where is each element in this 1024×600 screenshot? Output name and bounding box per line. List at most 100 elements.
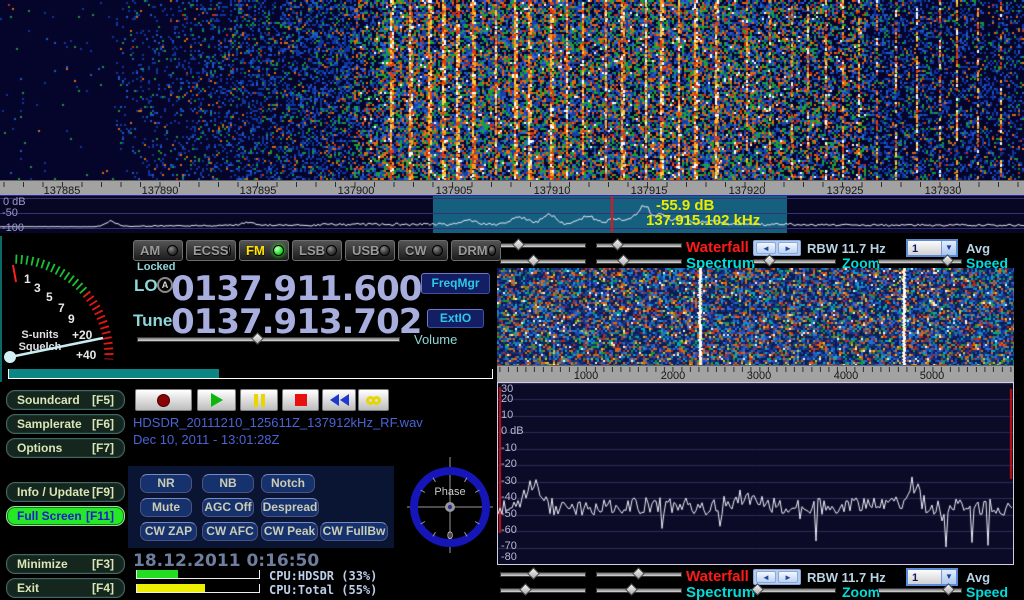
loop-button[interactable] (358, 389, 389, 411)
despread-button[interactable]: Despread (261, 498, 319, 517)
db-label: 20 (501, 394, 513, 405)
mode-cw-button[interactable]: CW (398, 240, 448, 261)
soundcard-button[interactable]: Soundcard[F5] (6, 390, 125, 410)
slider-thumb[interactable] (251, 332, 264, 345)
lo-frequency-display[interactable]: 0137.911.600 (171, 272, 421, 306)
phase-indicator[interactable]: Phase 0 (405, 455, 495, 555)
slider-thumb[interactable] (528, 567, 541, 580)
audio-spectrum-panel[interactable]: 30 20 10 0 dB -10 -20 -30 -40 -50 -60 -7… (497, 382, 1014, 565)
waterfall-label: Waterfall (686, 239, 749, 256)
spectrum-upper-level-slider[interactable] (500, 256, 586, 267)
main-waterfall-display[interactable] (0, 0, 1024, 180)
mode-fm-button[interactable]: FM (239, 240, 289, 261)
slider-thumb[interactable] (512, 238, 525, 251)
slider-thumb[interactable] (941, 254, 954, 267)
zoom-slider[interactable] (753, 256, 836, 267)
notch-button[interactable]: Notch (261, 474, 315, 493)
mode-lsb-button[interactable]: LSB (292, 240, 342, 261)
cw-zap-button[interactable]: CW ZAP (140, 522, 197, 541)
step-left-icon[interactable]: ◄ (756, 571, 776, 583)
audio-spectrum-trace[interactable] (498, 383, 1013, 564)
squelch-level-bar[interactable] (8, 369, 493, 379)
strip-trace[interactable] (0, 196, 1024, 233)
speed-slider[interactable] (878, 256, 962, 267)
info-update-button[interactable]: Info / Update[F9] (6, 482, 125, 502)
step-right-icon[interactable]: ► (778, 242, 798, 254)
exit-button[interactable]: Exit[F4] (6, 578, 125, 598)
samplerate-button[interactable]: Samplerate[F6] (6, 414, 125, 434)
waterfall-upper-level-slider-bottom[interactable] (500, 569, 586, 580)
mode-usb-button[interactable]: USB (345, 240, 395, 261)
mode-drm-button[interactable]: DRM (451, 240, 501, 261)
slider-thumb[interactable] (632, 567, 645, 580)
agc-button[interactable]: AGC Off (202, 498, 254, 517)
avg-select[interactable]: 1 ▼ (906, 239, 958, 257)
spectrum-label-bottom: Spectrum (686, 584, 755, 600)
slider-thumb[interactable] (519, 583, 532, 596)
slider-thumb[interactable] (528, 254, 541, 267)
audio-frequency-ruler[interactable]: 1000 2000 3000 4000 5000 (497, 365, 1014, 382)
db-label: -10 (501, 443, 517, 454)
freqmgr-button[interactable]: FreqMgr (421, 273, 490, 294)
slider-thumb[interactable] (617, 254, 630, 267)
freq-tick-label: 4000 (816, 370, 876, 382)
speed-slider-bottom[interactable] (878, 585, 962, 596)
waterfall-lower-level-slider-bottom[interactable] (596, 569, 682, 580)
zoom-waterfall-display[interactable] (497, 268, 1014, 365)
rewind-button[interactable] (322, 389, 356, 411)
main-frequency-ruler[interactable]: 137885 137890 137895 137900 137905 13791… (0, 180, 1024, 196)
play-button[interactable] (197, 389, 236, 411)
fullscreen-button[interactable]: Full Screen[F11] (6, 506, 125, 526)
db-label: -80 (501, 552, 517, 563)
tune-marker[interactable] (611, 196, 613, 233)
dropdown-arrow-icon[interactable]: ▼ (941, 570, 956, 584)
extio-button[interactable]: ExtIO (427, 309, 484, 328)
nr-button[interactable]: NR (140, 474, 192, 493)
volume-label: Volume (414, 332, 457, 347)
zoom-slider-bottom[interactable] (753, 585, 836, 596)
record-button[interactable] (135, 389, 192, 411)
freq-tick-label: 2000 (643, 370, 703, 382)
led-icon (228, 245, 231, 256)
svg-text:5: 5 (46, 290, 53, 304)
step-right-icon[interactable]: ► (778, 571, 798, 583)
volume-slider[interactable] (137, 334, 400, 345)
stop-button[interactable] (282, 389, 319, 411)
hdsdr-window: 137885 137890 137895 137900 137905 13791… (0, 0, 1024, 600)
spectrum-lower-level-slider-bottom[interactable] (596, 585, 682, 596)
mute-button[interactable]: Mute (140, 498, 192, 517)
record-icon (157, 394, 170, 407)
slider-thumb[interactable] (611, 238, 624, 251)
slider-thumb[interactable] (943, 583, 956, 596)
svg-text:0: 0 (447, 530, 453, 542)
freq-tick-label: 1000 (556, 370, 616, 382)
slider-thumb[interactable] (752, 583, 765, 596)
cpu-total-fill (137, 584, 205, 592)
led-icon (167, 245, 178, 256)
cw-afc-button[interactable]: CW AFC (202, 522, 258, 541)
rbw-label: RBW 11.7 Hz (807, 241, 886, 256)
spectrum-lower-level-slider[interactable] (596, 256, 682, 267)
rewind-icon (330, 394, 349, 406)
pause-button[interactable] (240, 389, 278, 411)
waterfall-upper-level-slider[interactable] (500, 240, 586, 251)
db-label: -40 (501, 492, 517, 503)
db-label: -20 (501, 459, 517, 470)
avg-select-bottom[interactable]: 1 ▼ (906, 568, 958, 586)
mode-ecss-button[interactable]: ECSS (186, 240, 236, 261)
waterfall-lower-level-slider[interactable] (596, 240, 682, 251)
slider-thumb[interactable] (625, 583, 638, 596)
nb-button[interactable]: NB (202, 474, 254, 493)
main-spectrum-strip[interactable]: 0 dB -50 -100 -55.9 dB 137.915.102 kHz (0, 196, 1024, 233)
led-icon (432, 245, 443, 256)
dropdown-arrow-icon[interactable]: ▼ (941, 241, 956, 255)
spectrum-upper-level-slider-bottom[interactable] (500, 585, 586, 596)
cw-peak-button[interactable]: CW Peak (261, 522, 318, 541)
step-left-icon[interactable]: ◄ (756, 242, 776, 254)
datetime-display: 18.12.2011 0:16:50 (133, 551, 319, 571)
slider-thumb[interactable] (763, 254, 776, 267)
minimize-button[interactable]: Minimize[F3] (6, 554, 125, 574)
cw-fullbw-button[interactable]: CW FullBw (320, 522, 388, 541)
options-button[interactable]: Options[F7] (6, 438, 125, 458)
mode-am-button[interactable]: AM (133, 240, 183, 261)
